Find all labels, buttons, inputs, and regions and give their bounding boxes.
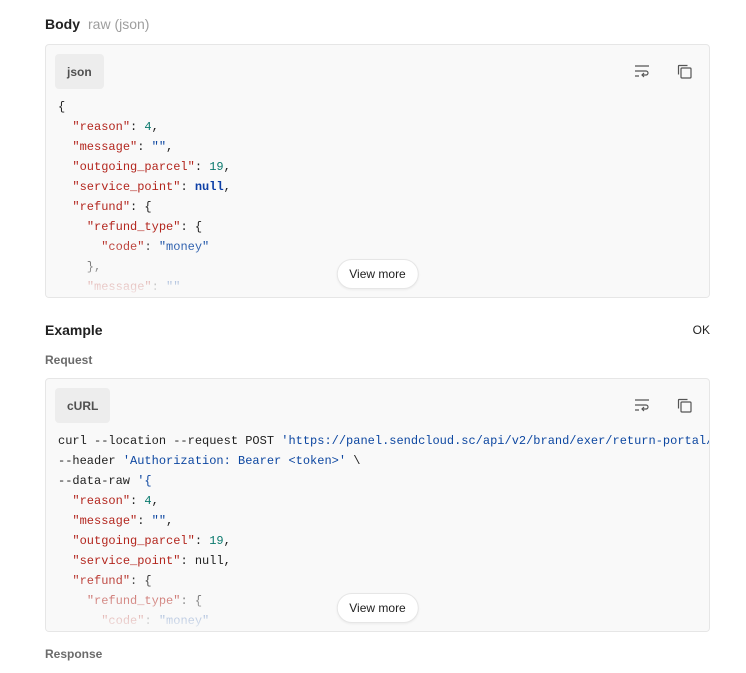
code-line: curl --location --request POST 'https://…	[58, 431, 709, 451]
code-token: : {	[180, 220, 203, 234]
code-line: --header 'Authorization: Bearer <token>'…	[58, 451, 709, 471]
code-token: ,	[166, 140, 174, 154]
code-line: "outgoing_parcel": 19,	[58, 531, 709, 551]
code-token: "refund"	[72, 200, 131, 214]
code-token: "message"	[72, 140, 138, 154]
copy-icon[interactable]	[675, 396, 693, 414]
request-language-tab[interactable]: cURL	[55, 388, 111, 423]
body-section-header: Body raw (json)	[45, 16, 149, 32]
code-token: "outgoing_parcel"	[72, 534, 195, 548]
code-token: "reason"	[72, 494, 131, 508]
code-token: \	[346, 454, 361, 468]
code-line: "refund_type": {	[58, 217, 709, 237]
code-token: 'https://panel.sendcloud.sc/api/v2/brand…	[281, 434, 709, 448]
code-token: 19	[209, 534, 224, 548]
code-token: null	[194, 180, 224, 194]
code-token: '{	[137, 474, 152, 488]
wrap-lines-icon[interactable]	[633, 396, 651, 414]
code-token: : {	[130, 200, 152, 214]
code-token: ,	[151, 120, 159, 134]
example-title: Example	[45, 322, 103, 338]
code-token: :	[130, 494, 145, 508]
code-token: ""	[151, 514, 167, 528]
body-title: Body	[45, 16, 80, 32]
code-token: ,	[166, 514, 174, 528]
code-line: --data-raw '{	[58, 471, 709, 491]
code-token: ,	[223, 534, 231, 548]
code-token: --header	[58, 454, 123, 468]
request-label: Request	[45, 353, 93, 367]
code-line: "reason": 4,	[58, 117, 709, 137]
code-line: "outgoing_parcel": 19,	[58, 157, 709, 177]
example-section-header: Example	[45, 322, 103, 338]
code-line: "refund": {	[58, 197, 709, 217]
code-line: "message": "",	[58, 511, 709, 531]
wrap-lines-icon[interactable]	[633, 62, 651, 80]
code-token: 4	[144, 120, 152, 134]
request-view-more-button[interactable]: View more	[336, 593, 419, 623]
body-subtitle: raw (json)	[88, 16, 150, 32]
code-token: "outgoing_parcel"	[72, 160, 195, 174]
code-token: "service_point"	[72, 180, 181, 194]
code-token: --data-raw	[58, 474, 138, 488]
code-token: "refund_type"	[86, 220, 181, 234]
code-line: "service_point": null,	[58, 177, 709, 197]
code-token: ,	[223, 160, 231, 174]
code-token: "message"	[72, 514, 138, 528]
code-token: :	[180, 180, 195, 194]
copy-icon[interactable]	[675, 62, 693, 80]
code-token: :	[137, 514, 152, 528]
code-token: :	[130, 120, 145, 134]
code-token: :	[194, 534, 210, 548]
code-token: "service_point"	[72, 554, 181, 568]
body-code-block: json { "reason": 4, "message": "", "outg…	[45, 44, 710, 298]
code-token: ,	[151, 494, 159, 508]
code-line: "reason": 4,	[58, 491, 709, 511]
body-language-tab[interactable]: json	[55, 54, 104, 89]
response-label: Response	[45, 647, 103, 661]
code-token: :	[194, 160, 210, 174]
code-token: ,	[223, 180, 231, 194]
code-line: {	[58, 97, 709, 117]
body-view-more-button[interactable]: View more	[336, 259, 419, 289]
code-token: ""	[151, 140, 167, 154]
code-token: "reason"	[72, 120, 131, 134]
code-line: "message": "",	[58, 137, 709, 157]
code-token: curl --location --request POST	[58, 434, 282, 448]
code-token: : null,	[180, 554, 231, 568]
code-token: 'Authorization: Bearer <token>'	[122, 454, 347, 468]
code-token: {	[58, 100, 66, 114]
code-token: 4	[144, 494, 152, 508]
code-token: :	[137, 140, 152, 154]
code-line: "service_point": null,	[58, 551, 709, 571]
response-status-ok[interactable]: OK	[693, 323, 710, 337]
request-code-block: cURL curl --location --request POST 'htt…	[45, 378, 710, 632]
code-token: 19	[209, 160, 224, 174]
